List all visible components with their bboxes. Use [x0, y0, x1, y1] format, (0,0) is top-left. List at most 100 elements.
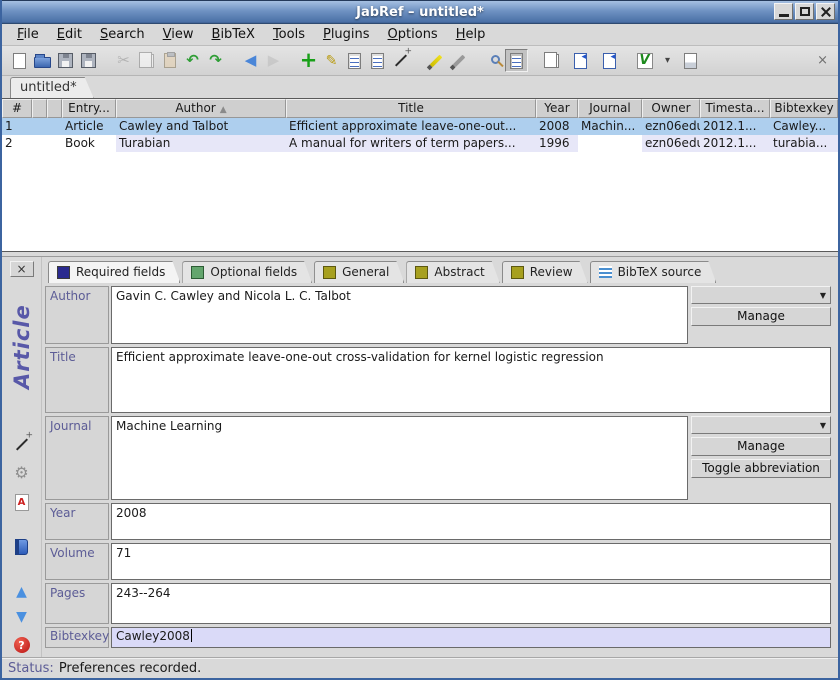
push-dropdown-button[interactable]: ▾ [656, 49, 679, 72]
minimize-button[interactable] [774, 3, 793, 20]
cell-bibtexkey: Cawley... [770, 118, 838, 135]
col-header-title[interactable]: Title [286, 99, 536, 118]
close-button[interactable] [816, 3, 835, 20]
pages-input[interactable]: 243--264 [111, 583, 831, 624]
new-database-button[interactable] [8, 49, 31, 72]
entry-type-label: Article [10, 285, 34, 409]
volume-input[interactable]: 71 [111, 543, 831, 580]
cell-timestamp: 2012.1... [700, 135, 770, 152]
col-header-bibtexkey[interactable]: Bibtexkey [770, 99, 838, 118]
import-into-current-database-button[interactable] [598, 49, 621, 72]
close-entry-editor-button[interactable]: × [10, 261, 34, 277]
forward-button[interactable]: ▶ [262, 49, 285, 72]
col-header-owner[interactable]: Owner [642, 99, 700, 118]
menu-plugins[interactable]: Plugins [314, 24, 379, 45]
col-header-entrytype[interactable]: Entry... [62, 99, 116, 118]
open-database-button[interactable] [31, 49, 54, 72]
col-header-timestamp[interactable]: Timesta... [700, 99, 770, 118]
edit-preamble-button[interactable] [366, 49, 389, 72]
cell-entrytype: Book [62, 135, 116, 152]
col-header-icon2[interactable] [47, 99, 62, 118]
pdf-icon: A [15, 494, 29, 511]
new-entry-button[interactable]: + [297, 49, 320, 72]
edit-strings-button[interactable] [343, 49, 366, 72]
wand-icon [15, 438, 27, 450]
cut-button[interactable]: ✂ [112, 49, 135, 72]
year-input[interactable]: 2008 [111, 503, 831, 540]
database-tab-untitled[interactable]: untitled* [10, 77, 94, 98]
author-manage-button[interactable]: Manage [691, 307, 831, 326]
plus-icon: + [300, 50, 318, 71]
required-fields-icon [57, 266, 70, 279]
menu-help[interactable]: Help [447, 24, 495, 45]
entry-editor-tools: ⚙ A ▲ ▼ ? [2, 435, 41, 653]
toolbar-close-icon[interactable]: × [817, 53, 832, 68]
menu-view[interactable]: View [154, 24, 203, 45]
bibtexkey-value: Cawley2008 [116, 629, 190, 643]
previous-entry-button[interactable]: ▲ [13, 583, 31, 601]
menu-bibtex[interactable]: BibTeX [203, 24, 264, 45]
tab-required-fields[interactable]: Required fields [48, 261, 180, 283]
minimize-icon [779, 14, 789, 17]
menu-tools[interactable]: Tools [264, 24, 314, 45]
cell-title: Efficient approximate leave-one-out... [286, 118, 536, 135]
write-xmp-button[interactable] [13, 538, 31, 556]
table-row-1[interactable]: 1 Article Cawley and Talbot Efficient ap… [2, 118, 838, 135]
pages-field-row: Pages 243--264 [45, 583, 831, 624]
toggle-abbreviation-button[interactable]: Toggle abbreviation [691, 459, 831, 478]
menu-file[interactable]: File [8, 24, 48, 45]
tab-abstract[interactable]: Abstract [406, 261, 499, 283]
unmark-entries-button[interactable] [447, 49, 470, 72]
next-entry-button[interactable]: ▼ [13, 608, 31, 626]
author-name-format-select[interactable]: ▼ [691, 286, 831, 304]
col-header-number[interactable]: # [2, 99, 32, 118]
toggle-preview-button[interactable] [505, 49, 528, 72]
save-all-button[interactable] [77, 49, 100, 72]
help-button[interactable]: ? [14, 637, 30, 653]
copy-entries-button[interactable] [540, 49, 563, 72]
col-header-year[interactable]: Year [536, 99, 578, 118]
back-button[interactable]: ◀ [239, 49, 262, 72]
save-database-button[interactable] [54, 49, 77, 72]
journal-select[interactable]: ▼ [691, 416, 831, 434]
journal-input[interactable]: Machine Learning [111, 416, 688, 500]
edit-entry-button[interactable]: ✎ [320, 49, 343, 72]
tab-review[interactable]: Review [502, 261, 588, 283]
copy-button[interactable] [135, 49, 158, 72]
col-header-author[interactable]: Author▲ [116, 99, 286, 118]
author-field-row: Author Gavin C. Cawley and Nicola L. C. … [45, 286, 831, 344]
title-input[interactable]: Efficient approximate leave-one-out cros… [111, 347, 831, 413]
menu-search[interactable]: Search [91, 24, 154, 45]
autoset-button[interactable]: ⚙ [13, 464, 31, 482]
open-document-button[interactable] [679, 49, 702, 72]
search-button[interactable] [482, 49, 505, 72]
cleanup-wand-button[interactable] [389, 49, 412, 72]
tab-general[interactable]: General [314, 261, 404, 283]
push-to-lyx-button[interactable]: V [633, 49, 656, 72]
col-header-journal[interactable]: Journal [578, 99, 642, 118]
author-input[interactable]: Gavin C. Cawley and Nicola L. C. Talbot [111, 286, 688, 344]
undo-button[interactable]: ↶ [181, 49, 204, 72]
journal-controls: ▼ Manage Toggle abbreviation [691, 416, 831, 500]
col-header-icon1[interactable] [32, 99, 47, 118]
paste-button[interactable] [158, 49, 181, 72]
journal-manage-button[interactable]: Manage [691, 437, 831, 456]
table-row-2[interactable]: 2 Book Turabian A manual for writers of … [2, 135, 838, 152]
import-into-new-database-button[interactable] [569, 49, 592, 72]
maximize-button[interactable] [795, 3, 814, 20]
mark-entries-button[interactable] [424, 49, 447, 72]
cell-journal: Machin... [578, 118, 642, 135]
menubar: File Edit Search View BibTeX Tools Plugi… [2, 24, 838, 46]
open-pdf-button[interactable]: A [13, 493, 31, 511]
author-label: Author [45, 286, 109, 344]
bibtexkey-input[interactable]: Cawley2008 [111, 627, 831, 648]
generate-key-button[interactable] [13, 435, 31, 453]
tab-optional-fields[interactable]: Optional fields [182, 261, 312, 283]
tab-bibtex-source[interactable]: BibTeX source [590, 261, 717, 283]
tab-label: Optional fields [210, 265, 297, 279]
redo-button[interactable]: ↷ [204, 49, 227, 72]
menu-edit[interactable]: Edit [48, 24, 91, 45]
new-page-icon [13, 53, 26, 69]
close-icon [821, 7, 831, 16]
menu-options[interactable]: Options [379, 24, 447, 45]
